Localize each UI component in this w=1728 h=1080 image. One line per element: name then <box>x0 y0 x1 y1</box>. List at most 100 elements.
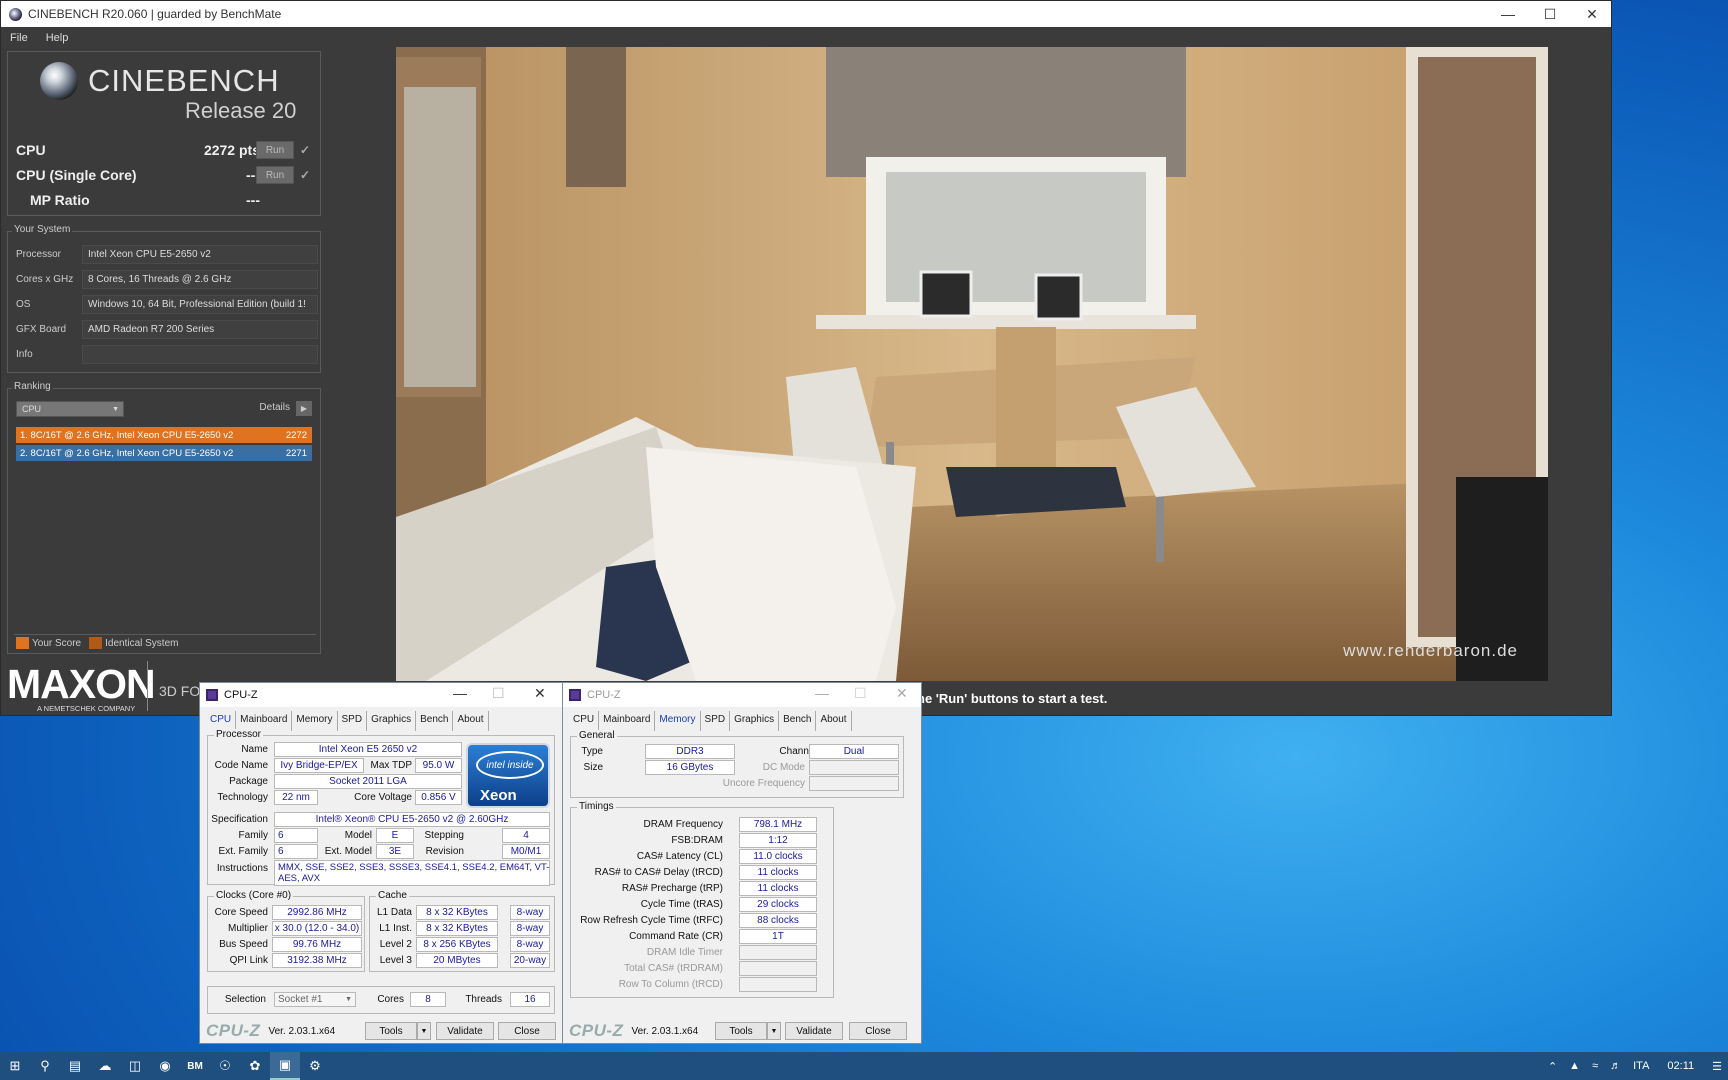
timing-label: RAS# Precharge (tRP) <box>621 883 723 894</box>
tab-bench[interactable]: Bench <box>416 711 454 731</box>
field-label: L1 Inst. <box>379 923 412 934</box>
search-icon[interactable]: ⚲ <box>30 1052 60 1080</box>
details-label[interactable]: Details <box>259 402 290 413</box>
l1-inst-value: 8 x 32 KBytes <box>416 921 498 936</box>
tab-memory[interactable]: Memory <box>292 711 338 731</box>
clock[interactable]: 02:11 <box>1667 1060 1694 1072</box>
field-label: Core Voltage <box>354 792 412 803</box>
task-view-icon[interactable]: ▤ <box>60 1052 90 1080</box>
tab-cpu[interactable]: CPU <box>569 711 600 731</box>
volume-icon[interactable]: ♬ <box>1610 1060 1621 1072</box>
details-arrow-icon[interactable]: ▶ <box>296 401 312 416</box>
tab-graphics[interactable]: Graphics <box>730 711 780 731</box>
minimize-icon[interactable]: — <box>1487 1 1529 27</box>
system-field[interactable]: 8 Cores, 16 Threads @ 2.6 GHz <box>82 269 318 289</box>
memory-type-value: DDR3 <box>645 744 735 759</box>
maxtdp-value: 95.0 W <box>415 758 462 773</box>
maximize-icon[interactable]: ☐ <box>854 685 867 702</box>
system-tray: ⌃ ▲ ≈ ♬ ITA 02:11 ☰ <box>1542 1052 1728 1080</box>
tab-mainboard[interactable]: Mainboard <box>236 711 293 731</box>
validate-button[interactable]: Validate <box>785 1022 843 1040</box>
uncore-frequency-value <box>809 776 899 791</box>
settings-icon[interactable]: ⚙ <box>300 1052 330 1080</box>
language-indicator[interactable]: ITA <box>1633 1060 1649 1072</box>
cinebench-titlebar[interactable]: CINEBENCH R20.060 | guarded by BenchMate… <box>1 1 1611 27</box>
start-icon[interactable]: ⊞ <box>0 1052 30 1080</box>
tab-memory[interactable]: Memory <box>655 711 701 731</box>
cpuz-tabs: CPU Mainboard Memory SPD Graphics Bench … <box>569 711 852 731</box>
timing-label: Cycle Time (tRAS) <box>640 899 723 910</box>
tab-spd[interactable]: SPD <box>701 711 731 731</box>
run-single-core-button[interactable]: Run <box>256 166 294 184</box>
maximize-icon[interactable]: ☐ <box>1529 1 1571 27</box>
field-label: Revision <box>425 846 464 857</box>
close-icon[interactable]: ✕ <box>1571 1 1613 27</box>
tab-about[interactable]: About <box>816 711 852 731</box>
photos-icon[interactable]: ☁ <box>90 1052 120 1080</box>
tab-cpu[interactable]: CPU <box>206 711 237 731</box>
bus-speed-value: 99.76 MHz <box>272 937 362 952</box>
tab-spd[interactable]: SPD <box>338 711 368 731</box>
chrome-icon[interactable]: ◉ <box>150 1052 180 1080</box>
notifications-icon[interactable]: ☰ <box>1712 1060 1722 1073</box>
close-button[interactable]: Close <box>498 1022 556 1040</box>
timing-label: Row To Column (tRCD) <box>618 979 723 990</box>
ranking-score: 2271 <box>285 447 307 459</box>
timing-label: DRAM Frequency <box>643 819 723 830</box>
minimize-icon[interactable]: — <box>815 685 829 701</box>
socket-select[interactable]: Socket #1 ▼ <box>274 992 356 1007</box>
timing-label: Row Refresh Cycle Time (tRFC) <box>580 915 723 926</box>
info-field[interactable] <box>82 344 318 364</box>
field-label: Ext. Model <box>324 846 372 857</box>
cpuz-logo: CPU-Z <box>569 1021 624 1040</box>
benchmate-icon[interactable]: BM <box>180 1052 210 1080</box>
checkmark-icon[interactable]: ✓ <box>300 168 310 182</box>
tools-dropdown-icon[interactable]: ▼ <box>767 1022 781 1040</box>
timing-label: FSB:DRAM <box>671 835 723 846</box>
validate-button[interactable]: Validate <box>436 1022 494 1040</box>
close-icon[interactable]: ✕ <box>534 685 546 702</box>
ranking-row[interactable]: 2. 8C/16T @ 2.6 GHz, Intel Xeon CPU E5-2… <box>16 445 312 461</box>
field-label: Selection <box>224 994 266 1005</box>
network-icon[interactable]: ▲ <box>1569 1060 1580 1072</box>
system-field[interactable]: AMD Radeon R7 200 Series <box>82 319 318 339</box>
tab-about[interactable]: About <box>453 711 489 731</box>
menu-help[interactable]: Help <box>37 32 78 44</box>
system-field[interactable]: Windows 10, 64 Bit, Professional Edition… <box>82 294 318 314</box>
qpi-link-value: 3192.38 MHz <box>272 953 362 968</box>
ranking-select[interactable]: CPU ▼ <box>16 401 124 417</box>
run-cpu-button[interactable]: Run <box>256 141 294 159</box>
cinebench-logo: CINEBENCH Release 20 <box>40 62 296 123</box>
field-label: Specification <box>211 814 268 825</box>
ranking-row[interactable]: 1. 8C/16T @ 2.6 GHz, Intel Xeon CPU E5-2… <box>16 427 312 443</box>
tab-graphics[interactable]: Graphics <box>367 711 417 731</box>
field-label: Core Speed <box>214 907 268 918</box>
cpuz-titlebar[interactable]: CPU-Z — ☐ ✕ <box>200 683 562 707</box>
close-button[interactable]: Close <box>849 1022 907 1040</box>
minimize-icon[interactable]: — <box>453 685 467 701</box>
maximize-icon[interactable]: ☐ <box>492 685 505 702</box>
cpuz-taskbar-icon[interactable]: ▣ <box>270 1052 300 1080</box>
tools-button[interactable]: Tools <box>715 1022 767 1040</box>
cinebench-taskbar-icon[interactable]: ☉ <box>210 1052 240 1080</box>
ranking-panel: Ranking CPU ▼ Details ▶ 1. 8C/16T @ 2.6 … <box>7 381 321 654</box>
score-label: MP Ratio <box>30 192 90 208</box>
tab-mainboard[interactable]: Mainboard <box>599 711 656 731</box>
app-icon[interactable]: ✿ <box>240 1052 270 1080</box>
tab-bench[interactable]: Bench <box>779 711 817 731</box>
cpuz-titlebar[interactable]: CPU-Z — ☐ ✕ <box>563 683 921 707</box>
checkmark-icon[interactable]: ✓ <box>300 143 310 157</box>
version-text: Ver. 2.03.1.x64 <box>631 1025 699 1037</box>
system-field[interactable]: Intel Xeon CPU E5-2650 v2 <box>82 244 318 264</box>
wifi-icon[interactable]: ≈ <box>1592 1060 1598 1072</box>
xeon-logo: Xeon <box>480 787 517 804</box>
field-label: Technology <box>217 792 268 803</box>
tools-dropdown-icon[interactable]: ▼ <box>417 1022 431 1040</box>
chevron-up-icon[interactable]: ⌃ <box>1548 1060 1557 1073</box>
system-label: Cores x GHz <box>16 273 74 285</box>
menu-file[interactable]: File <box>1 32 37 44</box>
close-icon[interactable]: ✕ <box>896 685 908 702</box>
field-label: Multiplier <box>227 923 268 934</box>
tools-button[interactable]: Tools <box>365 1022 417 1040</box>
file-explorer-icon[interactable]: ◫ <box>120 1052 150 1080</box>
